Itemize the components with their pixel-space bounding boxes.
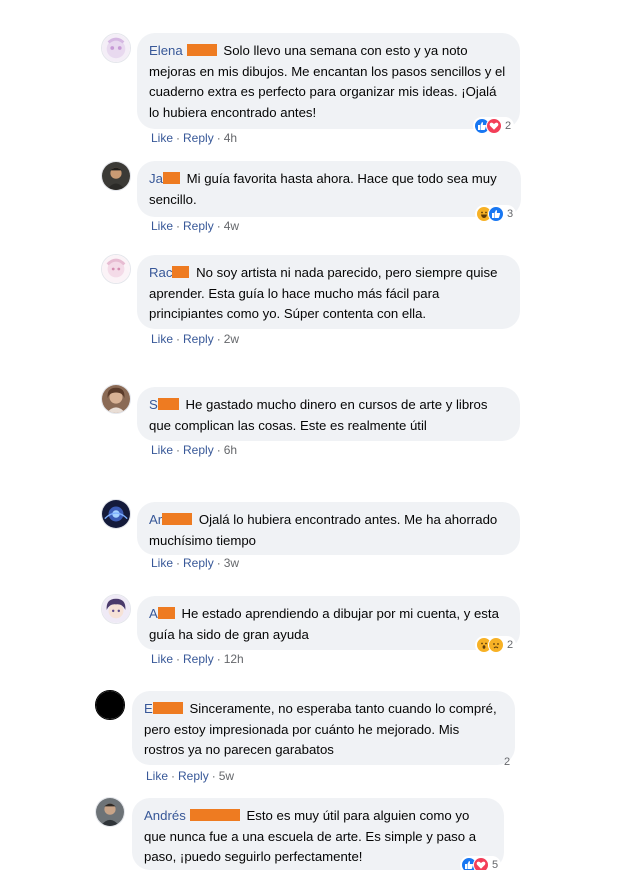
reaction-count: 5 bbox=[492, 859, 499, 870]
comment-text: He gastado mucho dinero en cursos de art… bbox=[149, 397, 488, 433]
redaction-bar bbox=[157, 607, 175, 619]
redaction-bar bbox=[186, 44, 217, 56]
comment-actions: Like · Reply · 2w bbox=[151, 332, 240, 346]
reaction-count: 3 bbox=[507, 208, 514, 220]
comment-bubble: Andrés Esto es muy útil para alguien com… bbox=[132, 798, 504, 870]
like-button[interactable]: Like bbox=[146, 769, 168, 783]
comment-text: Sinceramente, no esperaba tanto cuando l… bbox=[144, 701, 497, 757]
comment-bubble: Ja Mi guía favorita hasta ahora. Hace qu… bbox=[137, 161, 521, 217]
reply-button[interactable]: Reply bbox=[183, 131, 214, 145]
redaction-bar bbox=[157, 398, 179, 410]
like-button[interactable]: Like bbox=[151, 556, 173, 570]
comment-actions: Like · Reply · 4w bbox=[151, 219, 240, 233]
reply-button[interactable]: Reply bbox=[183, 332, 214, 346]
comment-timestamp[interactable]: 2w bbox=[224, 332, 239, 346]
comment-author[interactable]: E bbox=[144, 701, 153, 716]
reaction-summary[interactable]: 3 bbox=[475, 205, 517, 223]
reply-button[interactable]: Reply bbox=[183, 219, 214, 233]
comment-bubble: S He gastado mucho dinero en cursos de a… bbox=[137, 387, 520, 441]
avatar[interactable] bbox=[101, 499, 131, 529]
like-button[interactable]: Like bbox=[151, 332, 173, 346]
redaction-bar bbox=[172, 266, 190, 278]
reply-button[interactable]: Reply bbox=[183, 652, 214, 666]
redaction-bar bbox=[152, 702, 183, 714]
comment-timestamp[interactable]: 4w bbox=[224, 219, 239, 233]
comment-author[interactable]: S bbox=[149, 397, 158, 412]
avatar[interactable] bbox=[101, 384, 131, 414]
like-icon bbox=[488, 206, 504, 222]
comment-actions: Like · Reply · 12h bbox=[151, 652, 244, 666]
comment-author[interactable]: A bbox=[149, 606, 158, 621]
reaction-summary[interactable]: 2 bbox=[473, 117, 515, 135]
sad-icon bbox=[488, 637, 504, 653]
comment-text: He estado aprendiendo a dibujar por mi c… bbox=[149, 606, 499, 642]
comment-actions: Like · Reply · 4h bbox=[151, 131, 238, 145]
avatar[interactable] bbox=[95, 690, 125, 720]
reaction-count: 2 bbox=[507, 639, 514, 651]
comment-text: Ojalá lo hubiera encontrado antes. Me ha… bbox=[149, 512, 498, 548]
reaction-count[interactable]: 2 bbox=[504, 756, 510, 768]
comment-text: No soy artista ni nada parecido, pero si… bbox=[149, 265, 498, 321]
comment-bubble: Elena Solo llevo una semana con esto y y… bbox=[137, 33, 520, 129]
comment-timestamp[interactable]: 3w bbox=[224, 556, 239, 570]
comment-actions: Like · Reply · 3w bbox=[151, 556, 240, 570]
comment-author[interactable]: Rac bbox=[149, 265, 172, 280]
comment-author[interactable]: Elena bbox=[149, 43, 183, 58]
like-button[interactable]: Like bbox=[151, 219, 173, 233]
comment-author[interactable]: Andrés bbox=[144, 808, 186, 823]
reaction-summary[interactable]: 2 bbox=[475, 636, 517, 654]
avatar[interactable] bbox=[101, 254, 131, 284]
comment-bubble: Rac No soy artista ni nada parecido, per… bbox=[137, 255, 520, 329]
comment-text: Mi guía favorita hasta ahora. Hace que t… bbox=[149, 171, 497, 207]
reply-button[interactable]: Reply bbox=[183, 443, 214, 457]
reply-button[interactable]: Reply bbox=[178, 769, 209, 783]
comment-actions: Like · Reply · 5w bbox=[146, 769, 235, 783]
redaction-bar bbox=[162, 172, 180, 184]
reaction-summary[interactable]: 5 bbox=[460, 856, 502, 870]
comment-bubble: E Sinceramente, no esperaba tanto cuando… bbox=[132, 691, 515, 765]
avatar[interactable] bbox=[101, 161, 131, 191]
like-button[interactable]: Like bbox=[151, 652, 173, 666]
comment-timestamp[interactable]: 5w bbox=[219, 769, 234, 783]
love-icon bbox=[486, 118, 502, 134]
comment-bubble: Ar Ojalá lo hubiera encontrado antes. Me… bbox=[137, 502, 520, 555]
reply-button[interactable]: Reply bbox=[183, 556, 214, 570]
redaction-bar bbox=[162, 513, 193, 525]
comment-timestamp[interactable]: 4h bbox=[224, 131, 237, 145]
comment-timestamp[interactable]: 12h bbox=[224, 652, 244, 666]
love-icon bbox=[473, 857, 489, 870]
comment-timestamp[interactable]: 6h bbox=[224, 443, 237, 457]
avatar[interactable] bbox=[101, 594, 131, 624]
like-button[interactable]: Like bbox=[151, 443, 173, 457]
redaction-bar bbox=[189, 809, 240, 821]
reaction-count: 2 bbox=[505, 120, 512, 132]
comment-bubble: A He estado aprendiendo a dibujar por mi… bbox=[137, 596, 520, 650]
comment-actions: Like · Reply · 6h bbox=[151, 443, 238, 457]
avatar[interactable] bbox=[101, 33, 131, 63]
like-button[interactable]: Like bbox=[151, 131, 173, 145]
comment-author[interactable]: Ar bbox=[149, 512, 162, 527]
avatar[interactable] bbox=[95, 797, 125, 827]
comment-author[interactable]: Ja bbox=[149, 171, 163, 186]
